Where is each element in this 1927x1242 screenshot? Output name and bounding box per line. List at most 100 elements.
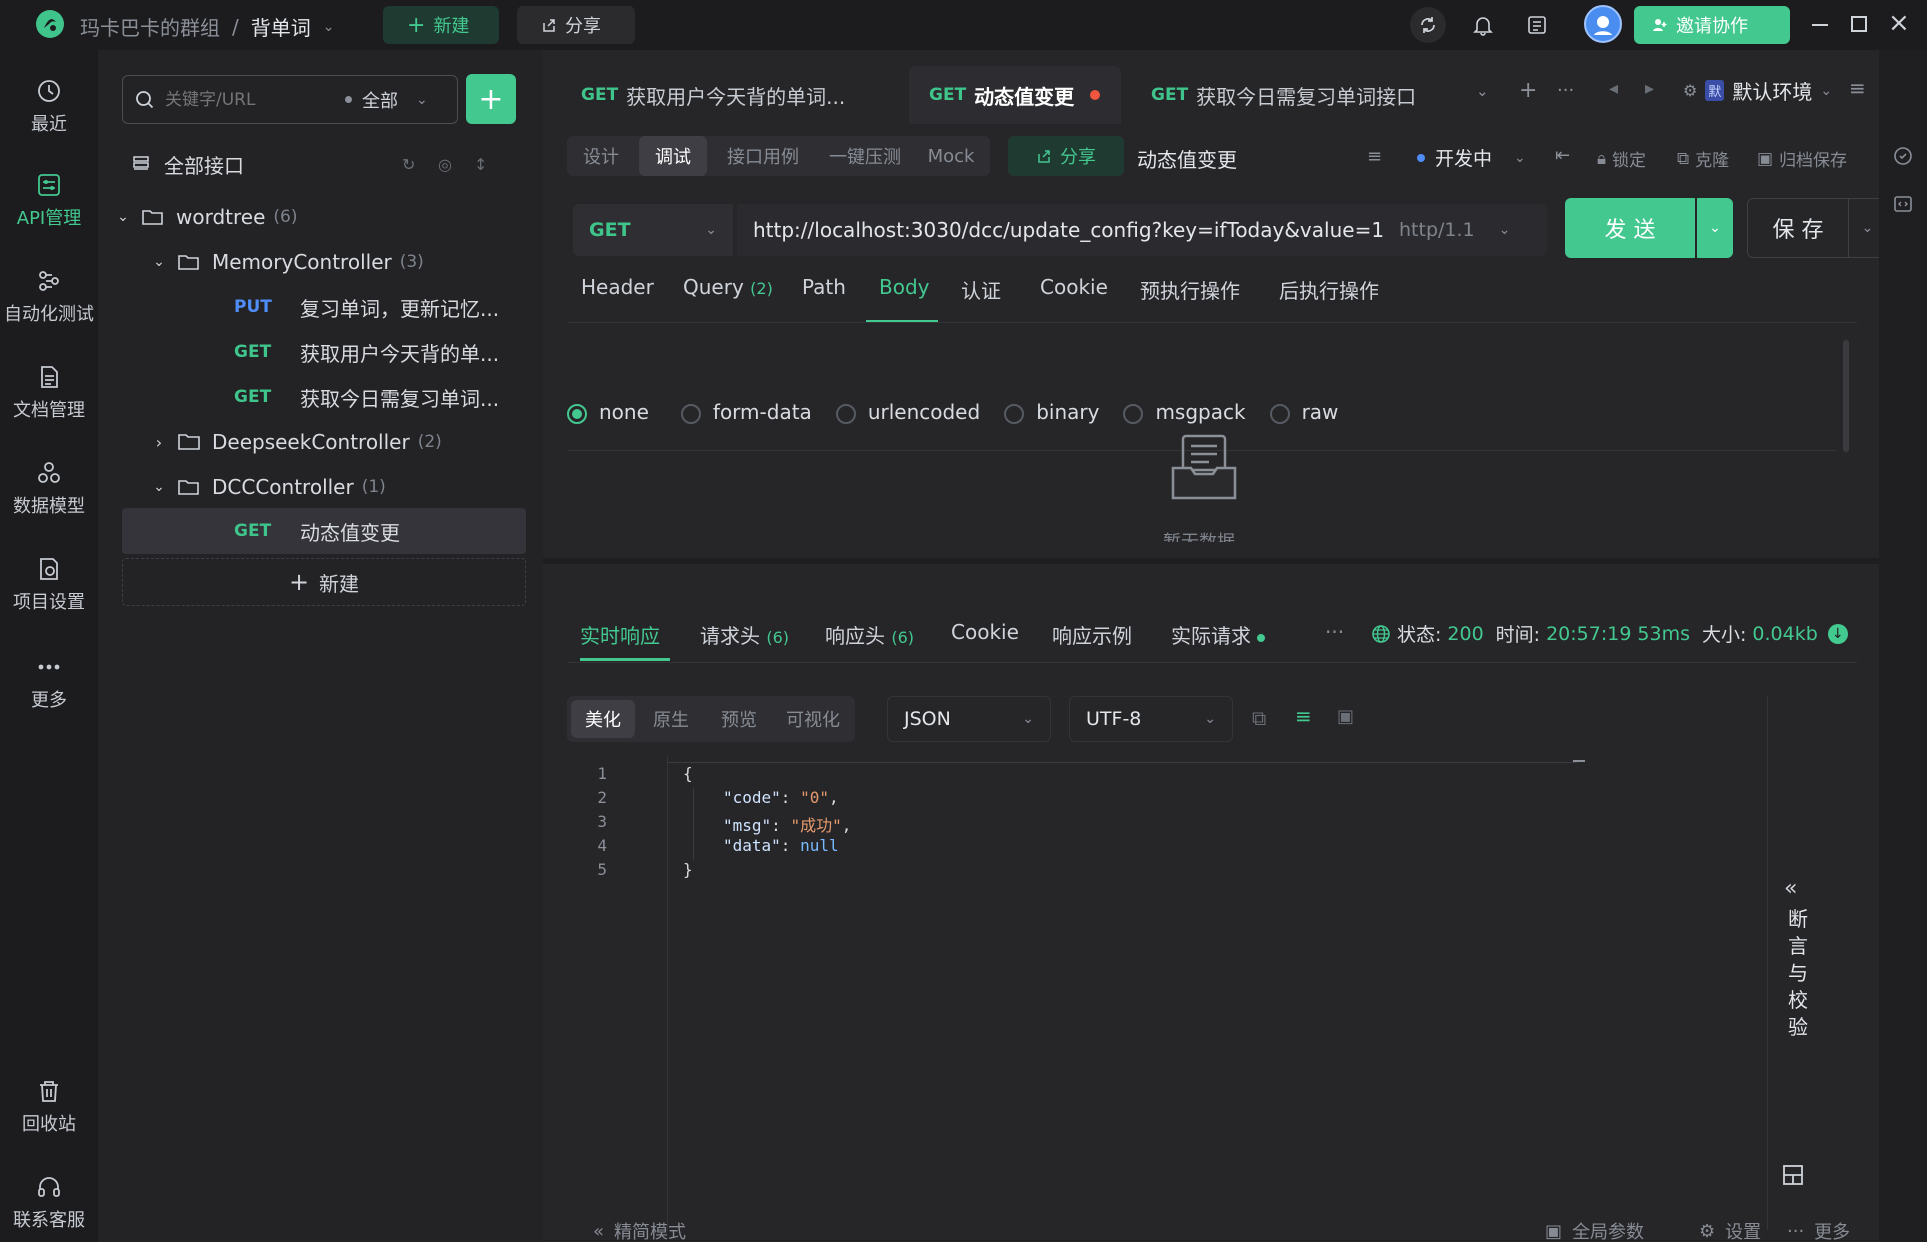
rail-item-data-model[interactable]: 数据模型 xyxy=(0,460,98,518)
body-type-binary[interactable]: binary xyxy=(1004,400,1099,424)
sync-icon[interactable] xyxy=(1410,7,1446,43)
view-mode-visualize[interactable]: 可视化 xyxy=(775,700,851,738)
request-tab[interactable]: GET 获取用户今天背的单词... xyxy=(581,70,845,120)
folder-row-dcccontroller[interactable]: ⌄ DCCController (1) xyxy=(144,466,546,508)
rail-item-api-management[interactable]: API管理 xyxy=(0,172,98,230)
lock-button[interactable]: 🔒︎ 锁定 xyxy=(1597,146,1646,172)
copy-icon[interactable]: ⧉ xyxy=(1252,706,1266,730)
settings-button[interactable]: ⚙ 设置 xyxy=(1699,1218,1761,1242)
download-icon[interactable]: ↓ xyxy=(1827,623,1848,644)
chevron-down-icon[interactable]: ⌄ xyxy=(144,479,174,495)
archive-save-button[interactable]: ▣ 归档保存 xyxy=(1757,146,1847,172)
footer-more-button[interactable]: ··· 更多 xyxy=(1787,1218,1850,1242)
tree-new-button[interactable]: + 新建 xyxy=(122,558,526,606)
request-tab[interactable]: GET 获取今日需复习单词接口 xyxy=(1151,70,1416,120)
format-select[interactable]: JSON ⌄ xyxy=(887,696,1051,742)
req-tab-query[interactable]: Query (2) xyxy=(683,275,773,299)
expand-collapse-icon[interactable]: ↕ xyxy=(474,155,487,174)
rail-item-recent[interactable]: 最近 xyxy=(0,78,98,136)
body-type-form-data[interactable]: form-data xyxy=(680,400,812,424)
locate-icon[interactable]: ◎ xyxy=(438,155,452,174)
resp-tab-live[interactable]: 实时响应 xyxy=(580,620,660,649)
request-tab-active[interactable]: GET 动态值变更 xyxy=(929,70,1101,120)
resp-tab-request-headers[interactable]: 请求头 (6) xyxy=(700,620,789,649)
chevron-down-icon[interactable]: ⌄ xyxy=(144,254,174,270)
view-mode-raw[interactable]: 原生 xyxy=(639,700,703,738)
segment-stress-test[interactable]: 一键压测 xyxy=(815,136,915,176)
tabs-dropdown-icon[interactable]: ⌄ xyxy=(1476,82,1489,100)
segment-test-cases[interactable]: 接口用例 xyxy=(713,136,813,176)
maximize-icon[interactable] xyxy=(1851,16,1867,32)
invite-collaborate-button[interactable]: 邀请协作 xyxy=(1634,6,1790,44)
api-share-button[interactable]: 分享 xyxy=(1008,136,1124,176)
global-params-button[interactable]: ▣ 全局参数 xyxy=(1545,1218,1644,1242)
rail-item-project-settings[interactable]: 项目设置 xyxy=(0,556,98,614)
rail-item-docs[interactable]: 文档管理 xyxy=(0,364,98,422)
send-button[interactable]: 发 送 xyxy=(1565,198,1695,258)
body-type-urlencoded[interactable]: urlencoded xyxy=(835,400,980,424)
avatar[interactable] xyxy=(1584,5,1622,43)
view-mode-preview[interactable]: 预览 xyxy=(707,700,771,738)
view-mode-beautify[interactable]: 美化 xyxy=(571,700,635,738)
segment-design[interactable]: 设计 xyxy=(567,136,635,176)
resp-tab-actual-request[interactable]: 实际请求 xyxy=(1171,620,1266,649)
chevron-right-icon[interactable]: › xyxy=(144,433,174,452)
folder-row-wordtree[interactable]: ⌄ wordtree (6) xyxy=(108,196,510,238)
align-icon[interactable]: ⇤ xyxy=(1555,145,1570,166)
body-type-none[interactable]: none xyxy=(567,400,649,424)
tab-prev-icon[interactable]: ◂ xyxy=(1609,78,1618,99)
bell-icon[interactable] xyxy=(1472,14,1494,36)
add-tab-icon[interactable]: + xyxy=(1519,78,1537,103)
body-type-raw[interactable]: raw xyxy=(1269,400,1338,424)
body-type-msgpack[interactable]: msgpack xyxy=(1123,400,1246,424)
share-button[interactable]: 分享 xyxy=(517,6,635,44)
resp-tab-cookie[interactable]: Cookie xyxy=(951,620,1019,644)
folder-row-memorycontroller[interactable]: ⌄ MemoryController (3) xyxy=(144,241,546,283)
chevron-down-icon[interactable]: ⌄ xyxy=(108,209,138,225)
add-api-button[interactable]: + xyxy=(466,74,516,124)
segment-debug[interactable]: 调试 xyxy=(639,136,707,176)
save-icon[interactable]: ▣ xyxy=(1337,706,1354,727)
req-tab-cookie[interactable]: Cookie xyxy=(1040,275,1108,299)
req-tab-header[interactable]: Header xyxy=(581,275,654,299)
folder-row-deepseekcontroller[interactable]: › DeepseekController (2) xyxy=(144,421,546,463)
send-dropdown-button[interactable]: ⌄ xyxy=(1697,198,1733,258)
rail-item-trash[interactable]: 回收站 xyxy=(0,1078,98,1136)
panel-splitter[interactable] xyxy=(543,558,1879,564)
save-button[interactable]: 保 存 ⌄ xyxy=(1747,198,1887,258)
clone-button[interactable]: ⧉ 克隆 xyxy=(1677,146,1729,172)
encoding-select[interactable]: UTF-8 ⌄ xyxy=(1069,696,1233,742)
notes-icon[interactable] xyxy=(1526,14,1548,36)
filter-select[interactable]: 全部 xyxy=(362,87,398,113)
url-input[interactable]: http://localhost:3030/dcc/update_config?… xyxy=(753,218,1393,242)
req-tab-auth[interactable]: 认证 xyxy=(961,275,1001,304)
rail-item-support[interactable]: 联系客服 xyxy=(0,1174,98,1232)
resp-tab-response-headers[interactable]: 响应头 (6) xyxy=(825,620,914,649)
resp-tab-examples[interactable]: 响应示例 xyxy=(1052,620,1132,649)
wrap-icon[interactable]: ≡ xyxy=(1295,704,1312,728)
all-apis-row[interactable]: 全部接口 ↻ ◎ ↕ xyxy=(122,143,524,185)
compact-mode-button[interactable]: « 精简模式 xyxy=(593,1218,686,1242)
code-editor[interactable]: 1 2 3 4 5 { "code": "0", "msg": "成功", "d… xyxy=(567,756,1667,1230)
api-status-select[interactable]: 开发中 ⌄ xyxy=(1417,144,1526,171)
req-tab-pre-script[interactable]: 预执行操作 xyxy=(1140,275,1240,304)
format-icon[interactable]: ≡ xyxy=(1367,146,1382,167)
rail-item-more[interactable]: 更多 xyxy=(0,654,98,712)
req-tab-path[interactable]: Path xyxy=(802,275,846,299)
rail-item-automation-test[interactable]: 自动化测试 xyxy=(0,268,98,326)
chevron-down-icon[interactable]: ⌄ xyxy=(416,92,428,108)
environment-select[interactable]: ⚙ 默 默认环境 ⌄ xyxy=(1683,76,1832,105)
scrollbar[interactable] xyxy=(1843,340,1849,452)
tabs-more-icon[interactable]: ··· xyxy=(1557,80,1574,101)
req-tab-body[interactable]: Body xyxy=(879,275,930,299)
tab-next-icon[interactable]: ▸ xyxy=(1645,78,1654,99)
breadcrumb-team[interactable]: 玛卡巴卡的群组 xyxy=(80,12,220,41)
minimize-icon[interactable] xyxy=(1812,24,1828,26)
search-input[interactable] xyxy=(165,89,335,110)
chevron-down-icon[interactable]: ⌄ xyxy=(323,19,335,35)
resp-tabs-more[interactable]: ··· xyxy=(1325,620,1344,644)
segment-mock[interactable]: Mock xyxy=(917,136,985,176)
assertion-panel-toggle[interactable]: « 断言与校验 xyxy=(1767,696,1831,1230)
chevron-down-icon[interactable]: ⌄ xyxy=(1499,222,1511,238)
menu-icon[interactable]: ≡ xyxy=(1849,76,1866,100)
